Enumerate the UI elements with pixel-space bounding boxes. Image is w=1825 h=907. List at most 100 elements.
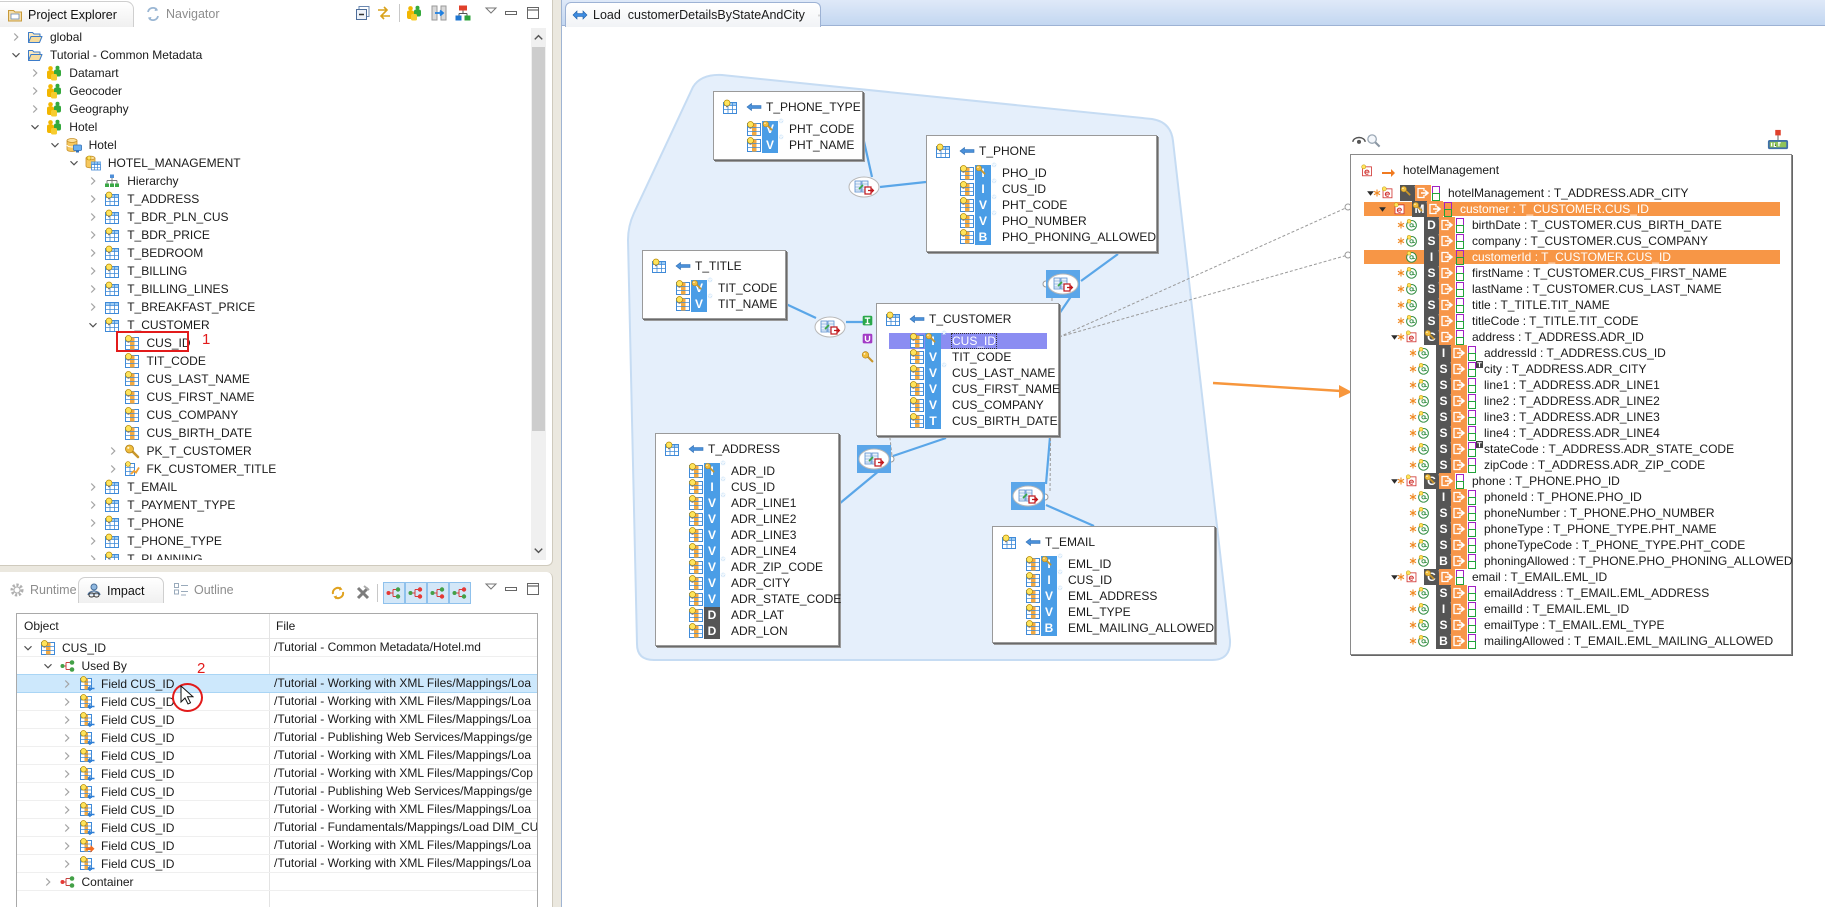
view-menu-icon[interactable] (483, 3, 499, 19)
xml-node[interactable]: Stitle : T_TITLE.TIT_NAME (1351, 293, 1791, 313)
impact-row[interactable]: Field CUS_ID/Tutorial - Working with XML… (17, 837, 537, 855)
xml-node[interactable]: SphoneTypeCode : T_PHONE_TYPE.PHT_CODE (1351, 533, 1791, 553)
entity-field[interactable]: I EML_ID (993, 551, 1214, 572)
entity-field[interactable]: V EML_ADDRESS (993, 583, 1214, 604)
chevron-right-icon[interactable] (60, 749, 74, 763)
scroll-up-icon[interactable] (531, 30, 546, 45)
xml-node[interactable]: Scompany : T_CUSTOMER.CUS_COMPANY (1351, 229, 1791, 249)
xml-node[interactable]: Sline4 : T_ADDRESS.ADR_LINE4 (1351, 421, 1791, 441)
maximize-icon[interactable] (525, 5, 541, 21)
tree-item[interactable]: CUS_ID (0, 334, 530, 352)
dependency-mode-4-button[interactable] (449, 582, 471, 604)
tree-item[interactable]: T_PHONE (0, 514, 530, 532)
chevron-down-icon[interactable] (41, 659, 55, 673)
tree-item[interactable]: Geocoder (0, 82, 530, 100)
vertical-scrollbar[interactable] (531, 28, 546, 560)
chevron-right-icon[interactable] (60, 767, 74, 781)
tree-item[interactable]: T_PAYMENT_TYPE (0, 496, 530, 514)
xml-node[interactable]: Mcustomer : T_CUSTOMER.CUS_ID (1351, 197, 1791, 217)
eye-icon[interactable] (1352, 134, 1366, 148)
magnifier-icon[interactable] (1366, 133, 1381, 148)
chevron-right-icon[interactable] (9, 30, 23, 44)
entity-field[interactable]: I CUS_ID (656, 474, 838, 495)
xml-node[interactable]: IemailId : T_EMAIL.EML_ID (1351, 597, 1791, 617)
xml-node[interactable]: Cemail : T_EMAIL.EML_ID (1351, 565, 1791, 585)
metadata-group-icon[interactable] (406, 5, 422, 21)
tree-item[interactable]: T_ADDRESS (0, 190, 530, 208)
chevron-right-icon[interactable] (60, 695, 74, 709)
tree-item[interactable]: FK_CUSTOMER_TITLE (0, 460, 530, 478)
join-node[interactable] (1011, 482, 1045, 510)
chevron-right-icon[interactable] (106, 444, 120, 458)
entity-field[interactable]: V EML_TYPE (993, 604, 1214, 620)
join-node[interactable] (848, 176, 880, 198)
tree-item[interactable]: T_BDR_PLN_CUS (0, 208, 530, 226)
impact-row[interactable]: Field CUS_ID/Tutorial - Working with XML… (17, 801, 537, 819)
impact-row[interactable]: Field CUS_ID/Tutorial - Fundamentals/Map… (17, 819, 537, 837)
entity-table[interactable]: T_PHONE_TYPE V PHT_CODE V PHT_NAME (713, 91, 863, 160)
chevron-right-icon[interactable] (86, 498, 100, 512)
hierarchy-view-icon[interactable] (455, 5, 471, 21)
tree-item[interactable]: CUS_FIRST_NAME (0, 388, 530, 406)
impact-row[interactable]: Field CUS_ID/Tutorial - Working with XML… (17, 855, 537, 873)
impact-row[interactable]: Field CUS_ID/Tutorial - Working with XML… (17, 747, 537, 765)
entity-field[interactable]: V PHT_NAME (714, 132, 862, 153)
dependency-mode-2-button[interactable] (405, 582, 427, 604)
maximize-icon[interactable] (525, 581, 541, 597)
tree-item[interactable]: Tutorial - Common Metadata (0, 46, 530, 64)
chevron-right-icon[interactable] (60, 785, 74, 799)
xml-node[interactable]: IaddressId : T_ADDRESS.CUS_ID (1351, 341, 1791, 361)
tree-item[interactable]: T_PHONE_TYPE (0, 532, 530, 550)
chevron-right-icon[interactable] (60, 839, 74, 853)
xml-node[interactable]: SzipCode : T_ADDRESS.ADR_ZIP_CODE (1351, 453, 1791, 473)
entity-field[interactable]: V ADR_CITY (656, 570, 838, 591)
chevron-down-icon[interactable] (67, 156, 81, 170)
tree-item[interactable]: HOTEL_MANAGEMENT (0, 154, 530, 172)
xml-node[interactable]: BphoningAllowed : T_PHONE.PHO_PHONING_AL… (1351, 549, 1793, 569)
tree-item[interactable]: T_EMAIL (0, 478, 530, 496)
entity-field[interactable]: V PHT_CODE (927, 192, 1156, 213)
chevron-right-icon[interactable] (60, 677, 74, 691)
chevron-right-icon[interactable] (28, 66, 42, 80)
chevron-right-icon[interactable] (86, 516, 100, 530)
tab-impact[interactable]: Impact (78, 577, 164, 603)
tree-item[interactable]: T_BILLING_LINES (0, 280, 530, 298)
entity-field[interactable]: V TIT_CODE (877, 349, 1058, 365)
impact-row[interactable]: Field CUS_ID/Tutorial - Working with XML… (17, 711, 537, 729)
xml-node[interactable]: IcustomerId : T_CUSTOMER.CUS_ID (1351, 245, 1791, 265)
link-with-editor-icon[interactable] (376, 5, 392, 21)
xml-node[interactable]: Scity : T_ADDRESS.ADR_CITY (1351, 357, 1791, 377)
entity-field[interactable]: V CUS_LAST_NAME (877, 360, 1058, 381)
entity-field[interactable]: T CUS_BIRTH_DATE (877, 413, 1058, 429)
entity-field[interactable]: V PHO_NUMBER (927, 208, 1156, 229)
chevron-right-icon[interactable] (86, 282, 100, 296)
chevron-right-icon[interactable] (41, 875, 55, 889)
dependency-mode-1-button[interactable] (383, 582, 405, 604)
tree-item[interactable]: Hotel (0, 118, 530, 136)
chevron-right-icon[interactable] (86, 534, 100, 548)
tree-item[interactable]: T_BILLING (0, 262, 530, 280)
entity-field[interactable]: D ADR_LAT (656, 607, 838, 623)
integration-icon[interactable] (1767, 129, 1789, 151)
chevron-down-icon[interactable] (86, 318, 100, 332)
chevron-right-icon[interactable] (106, 462, 120, 476)
entity-field[interactable]: V ADR_LINE1 (656, 490, 838, 511)
tab-project-explorer[interactable]: Project Explorer (0, 1, 134, 27)
tree-item[interactable]: CUS_LAST_NAME (0, 370, 530, 388)
tree-item[interactable]: Hotel (0, 136, 530, 154)
tree-item[interactable]: TIT_CODE (0, 352, 530, 370)
chevron-right-icon[interactable] (86, 210, 100, 224)
chevron-down-icon[interactable] (48, 138, 62, 152)
entity-field[interactable]: V ADR_ZIP_CODE (656, 554, 838, 575)
tree-item[interactable]: CUS_COMPANY (0, 406, 530, 424)
entity-field[interactable]: I ADR_ID (656, 458, 838, 479)
xml-node[interactable]: BmailingAllowed : T_EMAIL.EML_MAILING_AL… (1351, 629, 1791, 649)
entity-field[interactable]: V ADR_STATE_CODE (656, 591, 841, 607)
tab-runtime[interactable]: Runtime (2, 577, 84, 603)
entity-field[interactable]: I CUS_ID (993, 567, 1214, 588)
minimize-icon[interactable] (503, 581, 519, 597)
xml-node[interactable]: SphoneType : T_PHONE_TYPE.PHT_NAME (1351, 517, 1791, 537)
impact-row[interactable]: Field CUS_ID/Tutorial - Working with XML… (17, 674, 537, 693)
entity-field[interactable]: V CUS_COMPANY (877, 397, 1058, 413)
tree-item[interactable]: T_CUSTOMER (0, 316, 530, 334)
